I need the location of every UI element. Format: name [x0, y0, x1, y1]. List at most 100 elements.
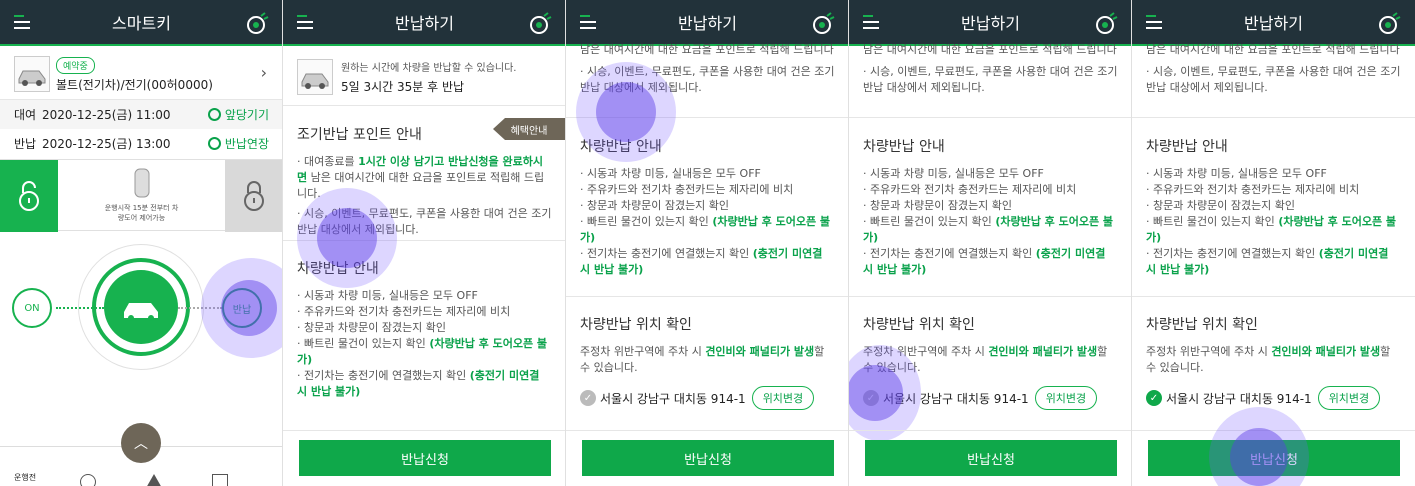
address-text: 서울시 강남구 대치동 914-1: [600, 391, 746, 406]
unlock-icon: [19, 181, 39, 211]
car-info-row[interactable]: 예약중 볼트(전기차)/전기(00허0000) ›: [0, 48, 282, 100]
touch-indicator-core: [1230, 428, 1288, 486]
clock-icon: [207, 137, 221, 150]
guide-bullet-5-text: · 전기차는 충전기에 연결했는지 확인: [580, 247, 753, 260]
guide-bullet-1: · 시동과 차량 미등, 실내등은 모두 OFF: [1146, 167, 1327, 180]
guide-bullet-4: · 빠트린 물건이 있는지 확인 (차량반납 후 도어오픈 불가): [297, 336, 552, 368]
return-guide-section: 차량반납 안내 · 시동과 차량 미등, 실내등은 모두 OFF · 주유카드와…: [849, 136, 1131, 278]
car-thumbnail: [297, 58, 333, 95]
menu-icon[interactable]: [14, 15, 30, 29]
touch-indicator-core: [317, 208, 377, 268]
early-bullet-2: · 시승, 이벤트, 무료편도, 쿠폰을 사용한 대여 건은 조기반납 대상에서…: [863, 65, 1118, 94]
guide-bullet-4: · 빠트린 물건이 있는지 확인 (차량반납 후 도어오픈 불가): [1146, 214, 1401, 246]
unlock-button[interactable]: [0, 160, 58, 232]
divider: [1132, 296, 1415, 297]
chevron-right-icon[interactable]: ›: [261, 63, 267, 82]
guide-bullet-3: · 창문과 차량문이 잠겼는지 확인: [580, 199, 730, 212]
check-icon[interactable]: ✓: [580, 390, 596, 406]
section-title: 조기반납 포인트 안내: [297, 127, 422, 143]
apply-return-button[interactable]: 반납신청: [865, 440, 1117, 476]
return-time-row: 반납 2020-12-25(금) 13:00 반납연장: [0, 129, 282, 158]
smartkey-icon[interactable]: [528, 10, 554, 36]
apply-return-button[interactable]: 반납신청: [299, 440, 551, 476]
summary-remaining: 5일 3시간 35분 후 반납: [341, 79, 465, 94]
guide-bullet-5-text: · 전기차는 충전기에 연결했는지 확인: [863, 247, 1036, 260]
address-text: 서울시 강남구 대치동 914-1: [1166, 391, 1312, 406]
header: 반납하기: [566, 0, 848, 46]
extend-label: 반납연장: [224, 137, 269, 151]
advance-button[interactable]: 앞당기기: [207, 106, 269, 123]
door-control-row: 운행시작 15분 전부터 차 량도어 제어가능: [0, 159, 282, 232]
location-desc-highlight: 견인비와 패널티가 발생: [1271, 345, 1381, 358]
section-title: 차량반납 안내: [863, 139, 945, 155]
smartkey-icon[interactable]: [1377, 10, 1403, 36]
location-desc-highlight: 견인비와 패널티가 발생: [705, 345, 815, 358]
summary-desc: 원하는 시간에 차량을 반납할 수 있습니다.: [341, 62, 517, 74]
page-title: 반납하기: [1244, 14, 1303, 33]
screens-row: 스마트키 예약중 볼트(전기차)/전기(00허0000) › 대여 2020-1…: [0, 0, 1415, 486]
lock-icon: [244, 181, 264, 211]
location-desc-text: 주정차 위반구역에 주차 시: [1146, 345, 1272, 358]
smartkey-icon[interactable]: [811, 10, 837, 36]
check-icon[interactable]: ✓: [1146, 390, 1162, 406]
menu-icon[interactable]: [863, 15, 879, 29]
menu-icon[interactable]: [580, 15, 596, 29]
guide-bullet-5: · 전기차는 충전기에 연결했는지 확인 (충전기 미연결 시 반납 불가): [1146, 246, 1401, 278]
door-note-text: 운행시작 15분 전부터 차 량도어 제어가능: [104, 204, 179, 222]
divider: [566, 430, 848, 431]
guide-bullet-4-text: · 빠트린 물건이 있는지 확인: [580, 215, 713, 228]
expand-up-button[interactable]: ︿: [121, 423, 161, 463]
return-screen-1: 반납하기 원하는 시간에 차량을 반납할 수 있습니다. 5일 3시간 35분 …: [283, 0, 566, 486]
header: 반납하기: [283, 0, 565, 46]
page-title: 반납하기: [961, 14, 1020, 33]
return-time: 2020-12-25(금) 13:00: [42, 137, 171, 151]
location-desc: 주정차 위반구역에 주차 시 견인비와 패널티가 발생할 수 있습니다.: [580, 344, 835, 376]
apply-return-button[interactable]: 반납신청: [582, 440, 834, 476]
location-desc: 주정차 위반구역에 주차 시 견인비와 패널티가 발생할 수 있습니다.: [1146, 344, 1401, 376]
guide-bullet-4-text: · 빠트린 물건이 있는지 확인: [863, 215, 996, 228]
guide-bullet-3: · 창문과 차량문이 잠겼는지 확인: [297, 321, 447, 334]
status-badge: 예약중: [56, 57, 95, 74]
early-bullet-1-cut: 남은 대여시간에 대한 요금을 포인트로 적립해 드립니다: [580, 43, 834, 56]
guide-bullet-4-text: · 빠트린 물건이 있는지 확인: [1146, 215, 1279, 228]
status-label: 운행전: [14, 473, 37, 482]
car-name: 볼트(전기차)/전기(00허0000): [56, 78, 213, 92]
guide-bullet-3: · 창문과 차량문이 잠겼는지 확인: [863, 199, 1013, 212]
early-bullet-2: · 시승, 이벤트, 무료편도, 쿠폰을 사용한 대여 건은 조기반납 대상에서…: [1146, 65, 1401, 94]
smartkey-icon[interactable]: [1094, 10, 1120, 36]
smartkey-icon[interactable]: [245, 10, 271, 36]
lock-button[interactable]: [225, 160, 282, 232]
return-screen-3: 반납하기 남은 대여시간에 대한 요금을 포인트로 적립해 드립니다 · 시승,…: [849, 0, 1132, 486]
location-row: ✓ 서울시 강남구 대치동 914-1 위치변경: [1146, 386, 1401, 410]
clock-icon: [207, 108, 221, 121]
header: 스마트키: [0, 0, 282, 46]
car-thumbnail: [14, 55, 50, 92]
rental-time: 2020-12-25(금) 11:00: [42, 108, 171, 122]
header: 반납하기: [1132, 0, 1415, 46]
divider: [849, 430, 1131, 431]
early-bullet-1-cut: 남은 대여시간에 대한 요금을 포인트로 적립해 드립니다: [1146, 43, 1400, 56]
guide-bullet-1: · 시동과 차량 미등, 실내등은 모두 OFF: [863, 167, 1044, 180]
guide-bullet-5-text: · 전기차는 충전기에 연결했는지 확인: [1146, 247, 1319, 260]
change-location-button[interactable]: 위치변경: [1317, 386, 1381, 410]
engine-on-button[interactable]: ON: [12, 288, 52, 328]
touch-indicator-core: [596, 82, 656, 142]
menu-icon[interactable]: [297, 15, 313, 29]
divider: [1132, 117, 1415, 118]
location-desc-text: 주정차 위반구역에 주차 시: [580, 345, 706, 358]
early-return-section: 남은 대여시간에 대한 요금을 포인트로 적립해 드립니다 · 시승, 이벤트,…: [1132, 42, 1415, 96]
menu-icon[interactable]: [1146, 15, 1162, 29]
warning-icon: [146, 474, 162, 486]
guide-bullet-2: · 주유카드와 전기차 충전카드는 제자리에 비치: [580, 183, 794, 196]
guide-bullet-2: · 주유카드와 전기차 충전카드는 제자리에 비치: [1146, 183, 1360, 196]
guide-bullet-2: · 주유카드와 전기차 충전카드는 제자리에 비치: [297, 305, 511, 318]
guide-bullet-3: · 창문과 차량문이 잠겼는지 확인: [1146, 199, 1296, 212]
return-summary: 원하는 시간에 차량을 반납할 수 있습니다. 5일 3시간 35분 후 반납: [283, 48, 565, 106]
location-desc-highlight: 견인비와 패널티가 발생: [988, 345, 1098, 358]
extend-button[interactable]: 반납연장: [207, 135, 269, 152]
guide-bullet-5-text: · 전기차는 충전기에 연결했는지 확인: [297, 369, 470, 382]
change-location-button[interactable]: 위치변경: [1034, 386, 1098, 410]
change-location-button[interactable]: 위치변경: [751, 386, 815, 410]
section-title: 차량반납 위치 확인: [580, 317, 692, 333]
drive-dial-center[interactable]: [104, 270, 178, 344]
